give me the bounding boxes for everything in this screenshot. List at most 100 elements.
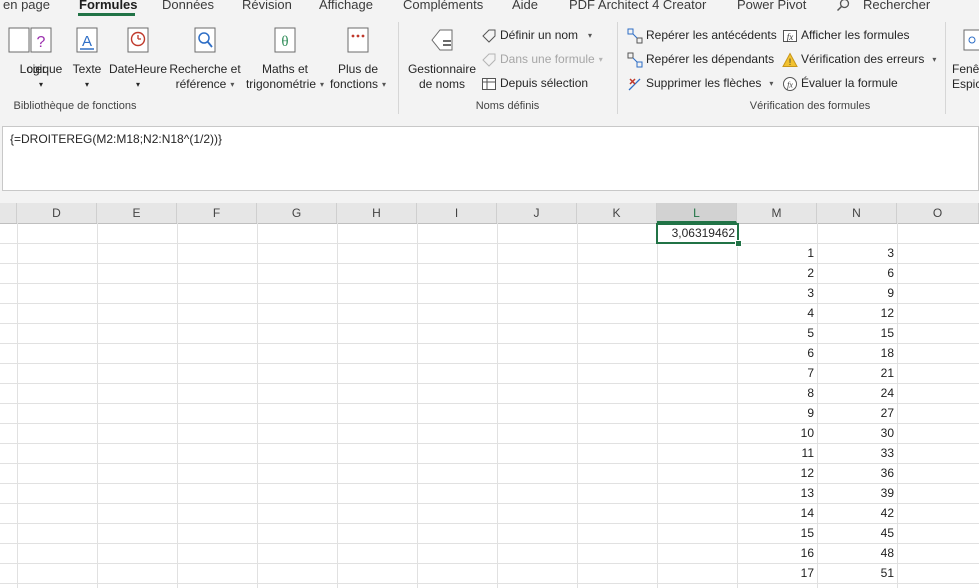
column-header-f[interactable]: F (177, 203, 257, 223)
spreadsheet-grid[interactable]: 1 2 3 4 5 6 7 8 9 10 11 12 13 14 15 16 17 3 6 9 12 15 18 21 24 2… (0, 223, 979, 588)
column-header-h[interactable]: H (337, 203, 417, 223)
group-separator (398, 22, 399, 114)
formula-input[interactable]: {=DROITEREG(M2:M18;N2:N18^(1/2))} (2, 126, 979, 191)
grid-column-line (337, 223, 338, 588)
formula-tag-icon (482, 53, 496, 67)
math-dropdown-icon: ▾ (320, 80, 325, 90)
cell-n[interactable]: 27 (817, 403, 897, 423)
column-header-i[interactable]: I (417, 203, 497, 223)
cell-n[interactable]: 33 (817, 443, 897, 463)
more-functions-button[interactable]: Plus de fonctions ▾ (327, 16, 389, 96)
column-header-n[interactable]: N (817, 203, 897, 223)
column-header-l[interactable]: L (657, 203, 737, 223)
cell-m[interactable]: 9 (737, 403, 817, 423)
cell-n[interactable]: 15 (817, 323, 897, 343)
math-trig-button[interactable]: θ Maths et trigonométrie ▾ (243, 16, 327, 96)
tab-complements[interactable]: Compléments (403, 0, 483, 12)
cell-n[interactable]: 6 (817, 263, 897, 283)
tab-affichage[interactable]: Affichage (319, 0, 373, 12)
show-formulas-button[interactable]: fx Afficher les formules (782, 25, 910, 45)
lookup-reference-button[interactable]: Recherche et référence ▾ (168, 16, 242, 96)
group-separator (945, 22, 946, 114)
cell-m[interactable]: 14 (737, 503, 817, 523)
cell-m[interactable]: 2 (737, 263, 817, 283)
cell-m[interactable]: 15 (737, 523, 817, 543)
column-header-o[interactable]: O (897, 203, 979, 223)
text-button[interactable]: A Texte ▾ (68, 16, 106, 96)
error-checking-button[interactable]: ! Vérification des erreurs ▾ (782, 49, 936, 69)
column-header-j[interactable]: J (497, 203, 577, 223)
cell-n[interactable]: 12 (817, 303, 897, 323)
column-header-partial[interactable] (0, 203, 17, 223)
lookup-label-line2: référence ▾ (168, 77, 242, 92)
cell-n[interactable]: 45 (817, 523, 897, 543)
error-checking-dropdown-icon: ▾ (932, 54, 937, 64)
fill-handle[interactable] (735, 240, 742, 247)
evaluate-formula-button[interactable]: fx Évaluer la formule (782, 73, 898, 93)
cell-n[interactable] (817, 223, 897, 243)
trace-dependents-button[interactable]: Repérer les dépendants (627, 49, 774, 69)
column-header-m[interactable]: M (737, 203, 817, 223)
define-name-button[interactable]: Définir un nom ▾ (481, 25, 592, 45)
cell-m[interactable]: 17 (737, 563, 817, 583)
cell-m[interactable]: 7 (737, 363, 817, 383)
cell-n[interactable]: 18 (817, 343, 897, 363)
use-in-formula-label: Dans une formule (500, 52, 595, 66)
cell-m[interactable]: 12 (737, 463, 817, 483)
cell-n[interactable]: 3 (817, 243, 897, 263)
selection-grid-icon (482, 77, 496, 90)
cell-n[interactable]: 39 (817, 483, 897, 503)
tab-pdf-architect[interactable]: PDF Architect 4 Creator (569, 0, 706, 12)
tab-donnees[interactable]: Données (162, 0, 214, 12)
cell-m[interactable]: 16 (737, 543, 817, 563)
tab-mise-en-page[interactable]: en page (3, 0, 50, 12)
cell-m[interactable]: 4 (737, 303, 817, 323)
remove-arrows-button[interactable]: Supprimer les flèches ▾ (627, 73, 773, 93)
svg-text:fx: fx (787, 32, 794, 42)
cell-m[interactable]: 10 (737, 423, 817, 443)
create-from-selection-button[interactable]: Depuis sélection (481, 73, 588, 93)
logical-button[interactable]: ? Logique ▾ (18, 16, 64, 96)
cell-m[interactable]: 11 (737, 443, 817, 463)
name-manager-button[interactable]: Gestionnaire de noms (405, 16, 479, 96)
cell-m[interactable]: 3 (737, 283, 817, 303)
cell-m[interactable]: 1 (737, 243, 817, 263)
cell-m[interactable]: 8 (737, 383, 817, 403)
search-box[interactable]: Rechercher (863, 0, 930, 12)
watch-window-button[interactable]: Fenêt Espic (948, 16, 979, 96)
cell-n[interactable]: 42 (817, 503, 897, 523)
cell-n[interactable]: 9 (817, 283, 897, 303)
tab-aide[interactable]: Aide (512, 0, 538, 12)
dateheure-button[interactable]: DateHeure ▾ (108, 16, 168, 96)
column-header-d[interactable]: D (17, 203, 97, 223)
cell-m[interactable]: 13 (737, 483, 817, 503)
cell-m[interactable] (737, 223, 817, 243)
search-icon[interactable] (836, 0, 850, 12)
more-functions-label-line2: fonctions ▾ (327, 77, 389, 92)
grid-column-line (97, 223, 98, 588)
cell-m[interactable]: 5 (737, 323, 817, 343)
math-label-text: trigonométrie (245, 77, 316, 91)
tab-formules[interactable]: Formules (79, 0, 138, 12)
lookup-icon (194, 27, 216, 53)
trace-precedents-icon (627, 28, 643, 44)
cell-n[interactable]: 30 (817, 423, 897, 443)
column-header-g[interactable]: G (257, 203, 337, 223)
cell-n[interactable]: 48 (817, 543, 897, 563)
tab-power-pivot[interactable]: Power Pivot (737, 0, 806, 12)
column-header-e[interactable]: E (97, 203, 177, 223)
trace-precedents-button[interactable]: Repérer les antécédents (627, 25, 777, 45)
cell-n[interactable]: 51 (817, 563, 897, 583)
use-in-formula-button[interactable]: Dans une formule ▾ (481, 49, 603, 69)
watch-window-label-line2: Espic (952, 77, 979, 91)
active-cell-l1[interactable]: 3,06319462 (656, 223, 739, 244)
group-label-audit: Vérification des formules (749, 100, 871, 112)
cell-n[interactable]: 21 (817, 363, 897, 383)
cell-n[interactable]: 36 (817, 463, 897, 483)
group-label-names: Noms définis (475, 100, 540, 112)
cell-n[interactable]: 24 (817, 383, 897, 403)
tab-revision[interactable]: Révision (242, 0, 292, 12)
column-header-k[interactable]: K (577, 203, 657, 223)
remove-arrows-icon (628, 78, 641, 91)
cell-m[interactable]: 6 (737, 343, 817, 363)
